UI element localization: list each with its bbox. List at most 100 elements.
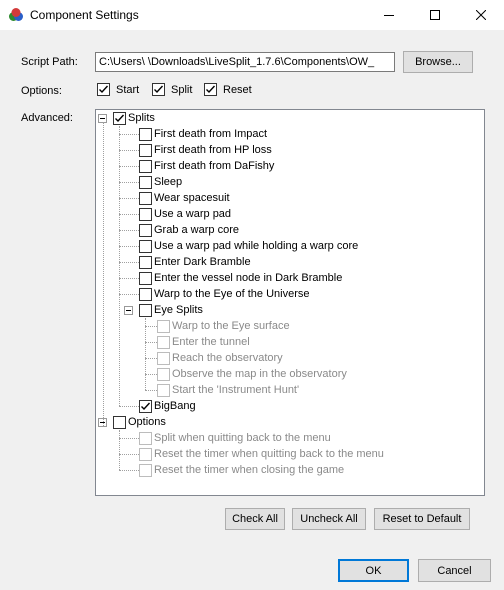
title-bar: Component Settings [0, 0, 504, 30]
tree-node-label: Reach the observatory [172, 352, 283, 364]
reset-option[interactable]: Reset [204, 83, 252, 96]
tree-node-checkbox[interactable] [139, 223, 152, 237]
tree-node: Start the 'Instrument Hunt' [157, 382, 299, 398]
tree-node: Split when quitting back to the menu [139, 430, 331, 446]
tree-node-checkbox[interactable] [139, 271, 152, 285]
tree-node-label: Observe the map in the observatory [172, 368, 347, 380]
tree-node[interactable]: Grab a warp core [139, 222, 239, 238]
tree-node-checkbox[interactable] [139, 399, 152, 413]
tree-node[interactable]: First death from DaFishy [139, 158, 274, 174]
tree-node-checkbox[interactable] [139, 207, 152, 221]
start-option-label: Start [116, 83, 140, 96]
start-option[interactable]: Start [97, 83, 139, 96]
tree-node-label: Reset the timer when closing the game [154, 464, 345, 476]
uncheck-all-button[interactable]: Uncheck All [292, 508, 366, 530]
tree-node-checkbox [139, 463, 152, 477]
check-icon [99, 85, 109, 94]
window-title: Component Settings [30, 8, 139, 22]
options-label: Options: [21, 85, 62, 97]
tree-node[interactable]: Wear spacesuit [139, 190, 230, 206]
tree-node[interactable]: Sleep [139, 174, 182, 190]
minimize-button[interactable] [366, 0, 412, 30]
close-icon [476, 10, 486, 20]
tree-node: Warp to the Eye surface [157, 318, 290, 334]
split-checkbox[interactable] [152, 83, 165, 96]
tree-connector-line [145, 390, 157, 391]
tree-node[interactable]: Eye Splits [139, 302, 203, 318]
tree-connector-line [119, 438, 139, 439]
tree-node-label: First death from DaFishy [154, 160, 275, 172]
tree-connector-line [145, 342, 157, 343]
tree-connector-line [103, 122, 104, 426]
tree-node-label: Warp to the Eye surface [172, 320, 290, 332]
cancel-button[interactable]: Cancel [418, 559, 491, 582]
reset-checkbox[interactable] [204, 83, 217, 96]
tree-node-checkbox [157, 319, 170, 333]
tree-node-label: Options [128, 416, 166, 428]
tree-node-label: BigBang [154, 400, 196, 412]
tree-connector-line [119, 454, 139, 455]
tree-connector-line [119, 166, 139, 167]
advanced-settings-tree[interactable]: Splits First death from Impact First death… [95, 109, 485, 496]
tree-connector-line [119, 150, 139, 151]
script-path-label: Script Path: [21, 56, 78, 68]
tree-node-checkbox[interactable] [139, 191, 152, 205]
script-path-input[interactable]: C:\Users\ \Downloads\LiveSplit_1.7.6\Com… [95, 52, 395, 72]
tree-connector-line [119, 214, 139, 215]
close-button[interactable] [458, 0, 504, 30]
tree-node[interactable]: Enter the vessel node in Dark Bramble [139, 270, 342, 286]
minimize-icon [384, 15, 394, 16]
tree-node[interactable]: Options [113, 414, 166, 430]
tree-connector-line [119, 246, 139, 247]
tree-node[interactable]: Splits [113, 110, 155, 126]
tree-connector-line [145, 358, 157, 359]
tree-connector-line [119, 230, 139, 231]
tree-node-label: Start the 'Instrument Hunt' [172, 384, 300, 396]
check-all-button[interactable]: Check All [225, 508, 285, 530]
browse-button[interactable]: Browse... [403, 51, 473, 73]
tree-node-checkbox[interactable] [113, 111, 126, 125]
tree-node-checkbox[interactable] [139, 175, 152, 189]
tree-node-label: Warp to the Eye of the Universe [154, 288, 310, 300]
tree-node-checkbox[interactable] [139, 159, 152, 173]
reset-to-default-button[interactable]: Reset to Default [374, 508, 470, 530]
tree-node-label: Split when quitting back to the menu [154, 432, 331, 444]
tree-node[interactable]: First death from Impact [139, 126, 267, 142]
tree-connector-line [119, 126, 120, 406]
tree-node-label: Grab a warp core [154, 224, 239, 236]
tree-node-checkbox[interactable] [139, 287, 152, 301]
tree-node-checkbox [157, 351, 170, 365]
tree-connector-line [119, 430, 120, 470]
tree-node[interactable]: Use a warp pad while holding a warp core [139, 238, 358, 254]
tree-connector-line [119, 406, 139, 407]
advanced-label: Advanced: [21, 112, 73, 124]
tree-node-checkbox[interactable] [139, 303, 152, 317]
tree-node-checkbox [157, 383, 170, 397]
tree-node-checkbox [157, 367, 170, 381]
tree-connector-line [145, 374, 157, 375]
collapse-toggle-icon[interactable] [124, 306, 133, 315]
tree-node[interactable]: First death from HP loss [139, 142, 272, 158]
tree-node-label: Wear spacesuit [154, 192, 230, 204]
tree-node[interactable]: BigBang [139, 398, 196, 414]
maximize-icon [430, 10, 440, 20]
tree-node-checkbox[interactable] [139, 143, 152, 157]
maximize-button[interactable] [412, 0, 458, 30]
ok-button[interactable]: OK [338, 559, 409, 582]
tree-node[interactable]: Use a warp pad [139, 206, 231, 222]
tree-node: Reset the timer when closing the game [139, 462, 344, 478]
tree-node[interactable]: Warp to the Eye of the Universe [139, 286, 310, 302]
tree-node-checkbox[interactable] [139, 255, 152, 269]
tree-node: Reset the timer when quitting back to th… [139, 446, 384, 462]
check-icon [154, 85, 164, 94]
tree-node: Reach the observatory [157, 350, 283, 366]
check-icon [141, 402, 151, 410]
split-option-label: Split [171, 83, 193, 96]
tree-node-checkbox[interactable] [139, 127, 152, 141]
tree-node-checkbox[interactable] [139, 239, 152, 253]
start-checkbox[interactable] [97, 83, 110, 96]
split-option[interactable]: Split [152, 83, 192, 96]
tree-node[interactable]: Enter Dark Bramble [139, 254, 251, 270]
tree-node-checkbox[interactable] [113, 415, 126, 429]
tree-node-label: Enter the tunnel [172, 336, 250, 348]
